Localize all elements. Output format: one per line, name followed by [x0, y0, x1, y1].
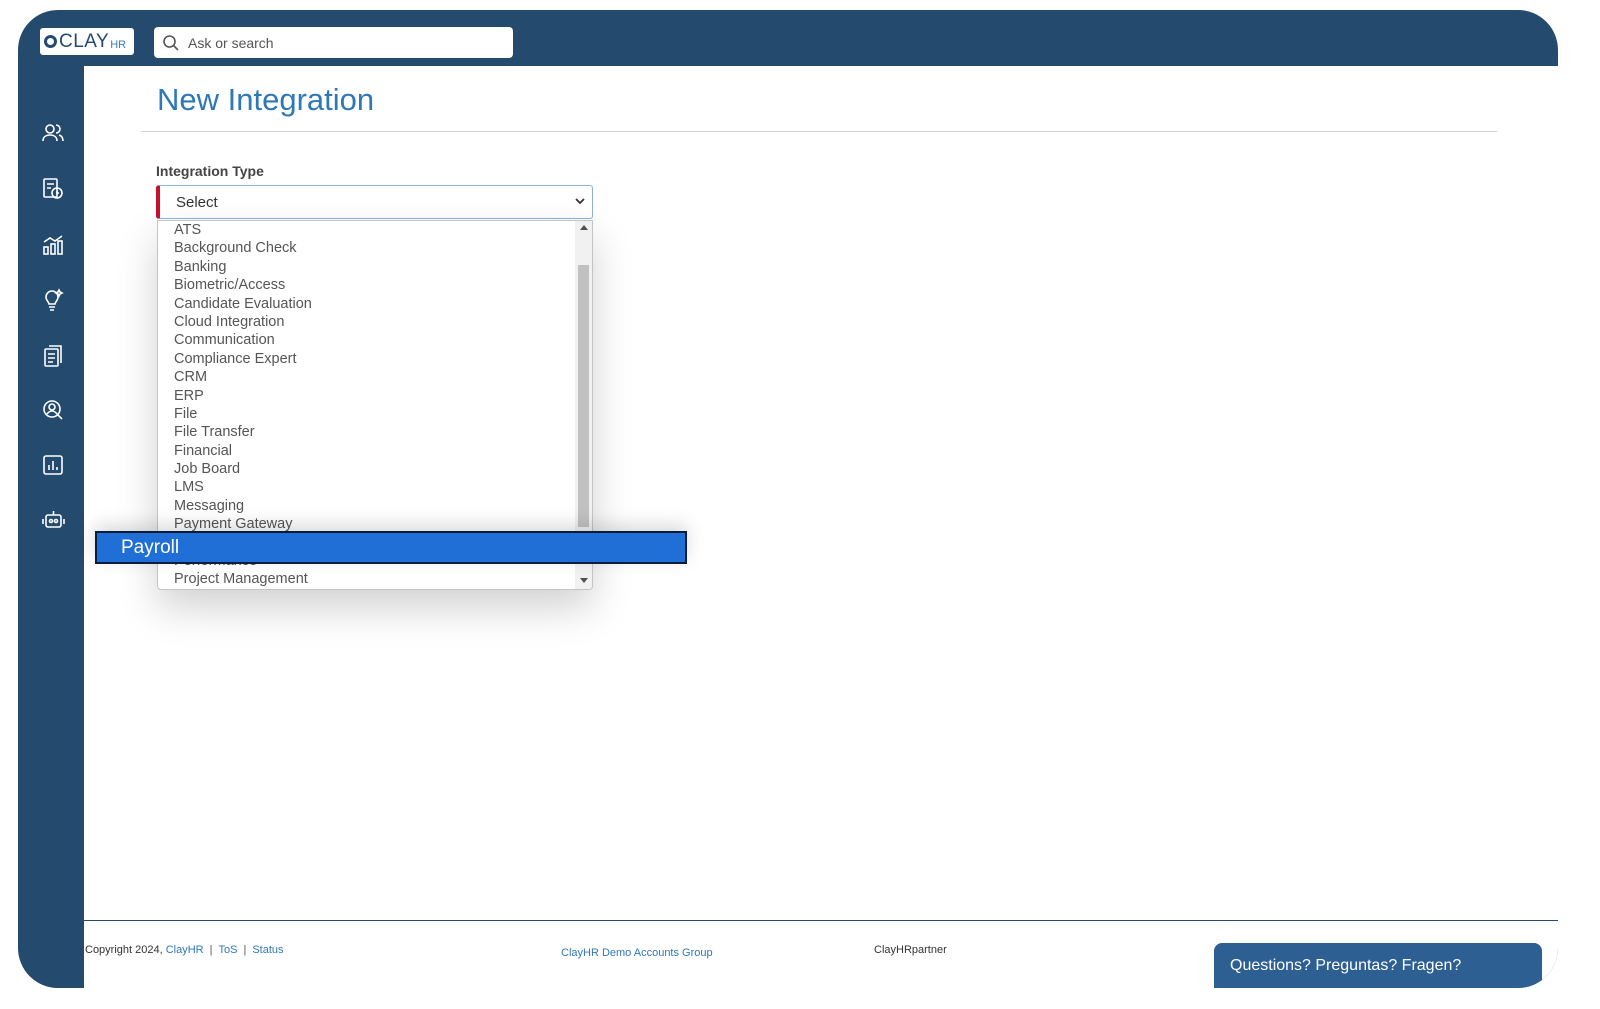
bot-icon[interactable]: [40, 507, 66, 533]
logo-mark-icon: [44, 35, 57, 48]
dropdown-option[interactable]: Background Check: [174, 239, 312, 257]
status-link[interactable]: Status: [252, 944, 283, 956]
documents-icon[interactable]: [40, 343, 66, 369]
page-title: New Integration: [157, 82, 375, 117]
dropdown-option[interactable]: ATS: [174, 221, 312, 239]
footer: Copyright 2024, ClayHR | ToS | Status ClayHR…: [84, 921, 1558, 988]
dropdown-option[interactable]: Messaging: [174, 497, 312, 515]
dropdown-option[interactable]: Project Management: [174, 570, 312, 588]
dropdown-option[interactable]: Candidate Evaluation: [174, 295, 312, 313]
footer-links: Copyright 2024, ClayHR | ToS | Status: [85, 944, 284, 956]
sidebar: [18, 76, 84, 988]
search-icon: [163, 34, 179, 51]
dropdown-option[interactable]: ERP: [174, 387, 312, 405]
scroll-up-arrow-icon[interactable]: [580, 225, 588, 230]
dropdown-option[interactable]: Communication: [174, 331, 312, 349]
lightbulb-icon[interactable]: [40, 287, 66, 313]
analytics-icon[interactable]: [40, 232, 66, 258]
search-box[interactable]: [154, 27, 513, 58]
app-window: CLAY HR 1 34: [18, 10, 1558, 988]
dropdown-option[interactable]: Biometric/Access: [174, 276, 312, 294]
clayhr-link[interactable]: ClayHR: [166, 944, 204, 956]
help-chat-button[interactable]: Questions? Preguntas? Fragen?: [1214, 943, 1542, 988]
copyright-text: Copyright 2024,: [85, 944, 163, 956]
logo-text: CLAY: [59, 30, 110, 52]
dropdown-option[interactable]: Banking: [174, 258, 312, 276]
dropdown-option[interactable]: CRM: [174, 368, 312, 386]
partner-name: ClayHRpartner: [874, 944, 947, 956]
dropdown-option[interactable]: File: [174, 405, 312, 423]
dropdown-option[interactable]: Financial: [174, 442, 312, 460]
dropdown-option[interactable]: LMS: [174, 478, 312, 496]
title-divider: [141, 131, 1497, 132]
dropdown-option[interactable]: Compliance Expert: [174, 350, 312, 368]
highlighted-option-payroll[interactable]: Payroll: [95, 531, 687, 564]
dropdown-option[interactable]: Cloud Integration: [174, 313, 312, 331]
dropdown-option[interactable]: Job Board: [174, 460, 312, 478]
logo-suffix: HR: [110, 38, 127, 51]
integration-type-select[interactable]: Select: [156, 185, 593, 219]
scrollbar-thumb[interactable]: [578, 265, 589, 527]
chevron-down-icon: [575, 198, 585, 205]
time-clock-icon[interactable]: [40, 176, 66, 202]
clayhr-logo[interactable]: CLAY HR: [40, 28, 134, 55]
search-input[interactable]: [186, 33, 490, 52]
report-icon[interactable]: [40, 452, 66, 478]
people-icon[interactable]: [40, 120, 66, 146]
scroll-down-arrow-icon[interactable]: [580, 578, 588, 583]
select-value: Select: [176, 193, 218, 211]
user-search-icon[interactable]: [40, 397, 66, 423]
account-group-link[interactable]: ClayHR Demo Accounts Group: [561, 947, 713, 959]
dropdown-option[interactable]: File Transfer: [174, 423, 312, 441]
main-content: New Integration Integration Type Select …: [84, 66, 1558, 922]
tos-link[interactable]: ToS: [219, 944, 238, 956]
integration-type-label: Integration Type: [156, 163, 264, 179]
